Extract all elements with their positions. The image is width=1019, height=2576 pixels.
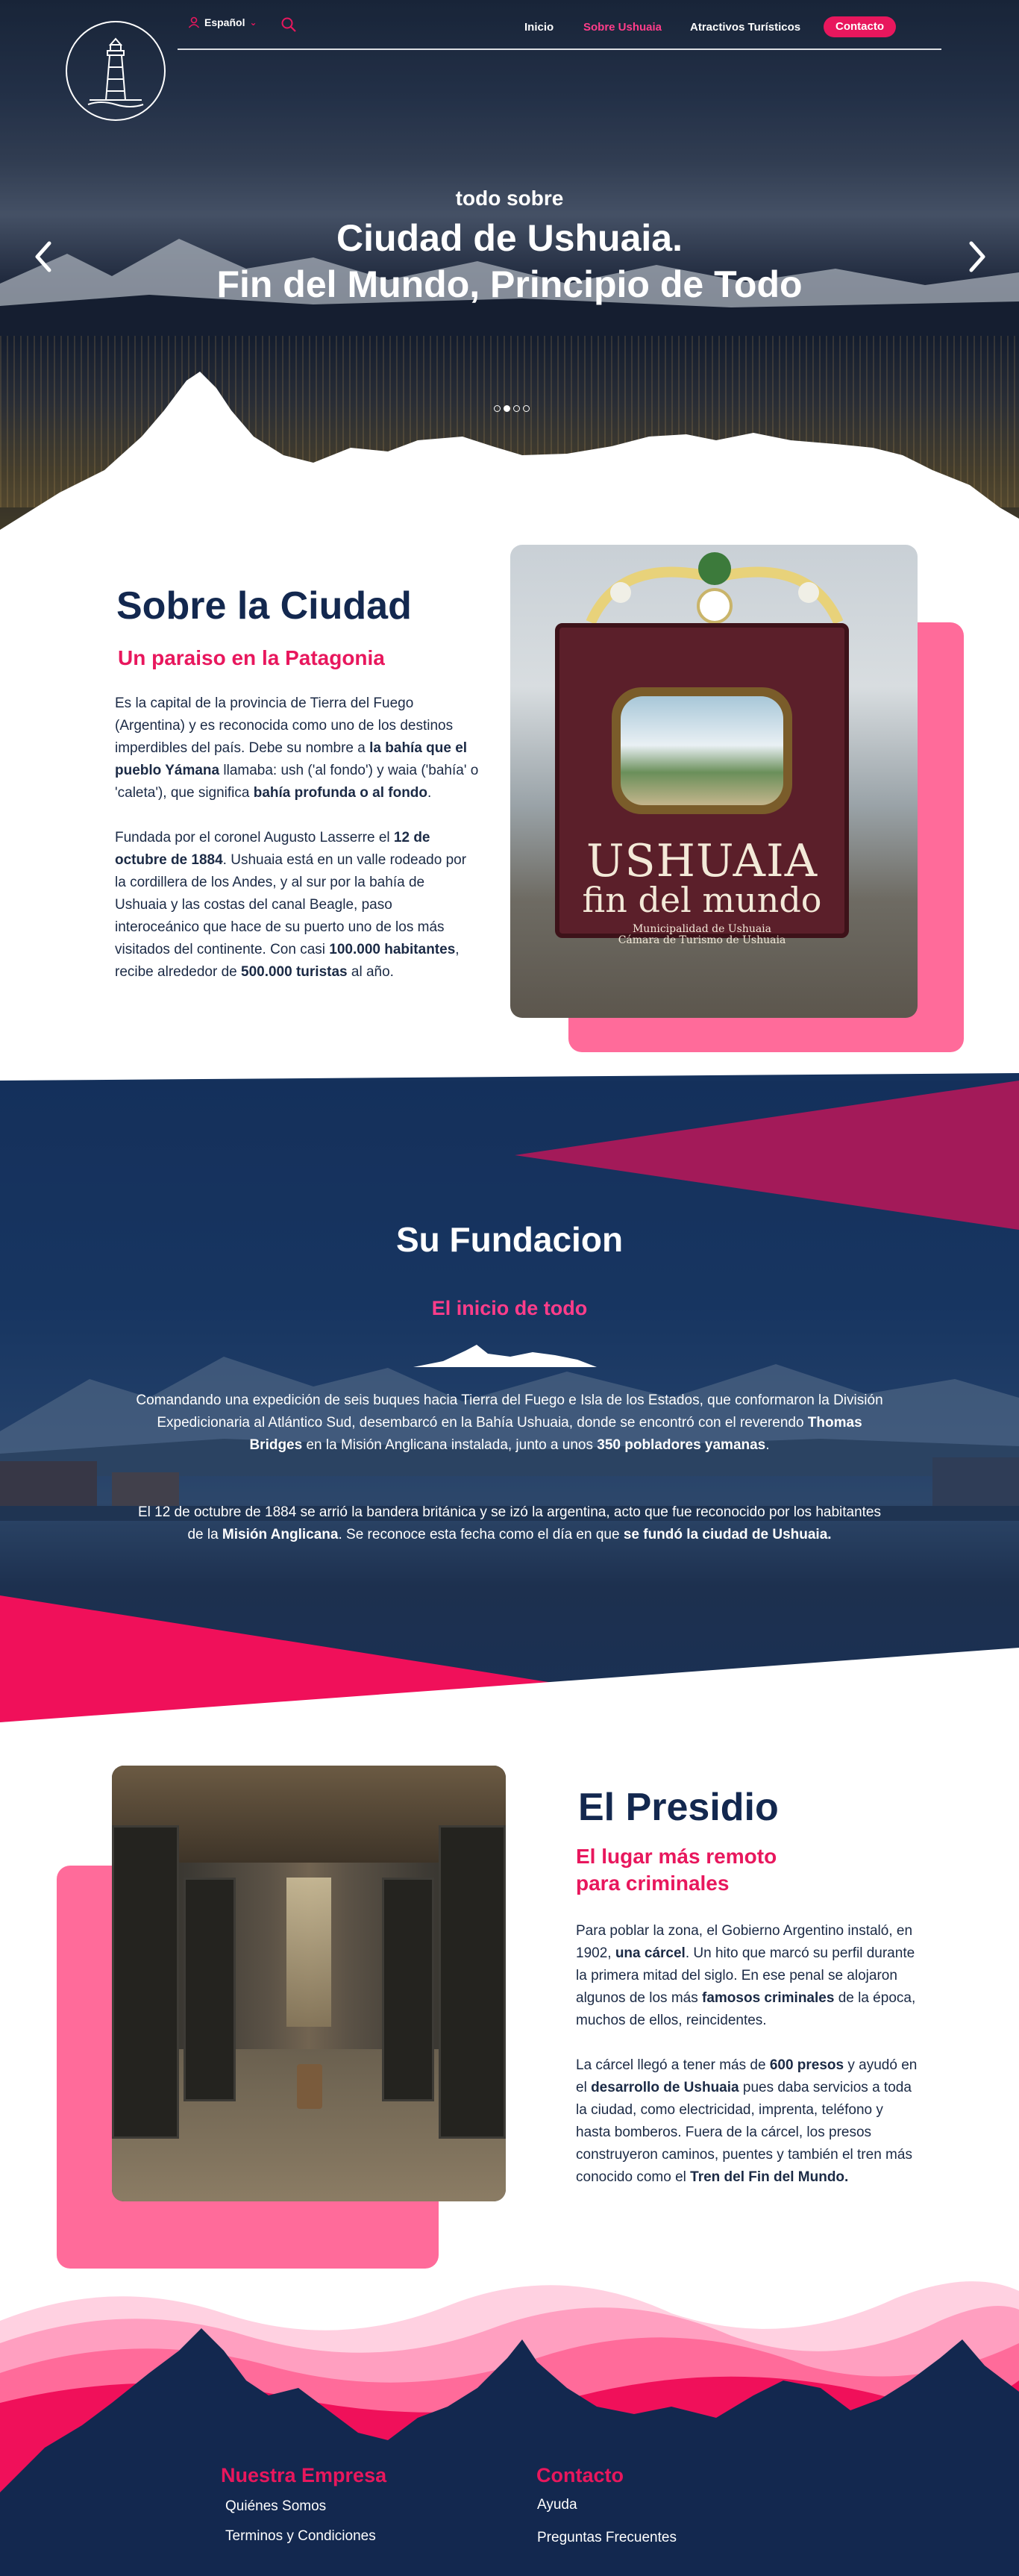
footer-title-empresa: Nuestra Empresa — [221, 2464, 387, 2486]
bold-text: una cárcel — [615, 1945, 686, 1961]
sobre-subtitle: Un paraiso en la Patagonia — [118, 646, 385, 669]
footer-link-preguntas-frecuentes[interactable]: Preguntas Frecuentes — [537, 2530, 677, 2546]
bold-text: 500.000 turistas — [241, 964, 348, 980]
arrow-left-icon[interactable] — [33, 240, 55, 273]
cell-door-right — [439, 1825, 506, 2139]
footer-title-contacto: Contacto — [536, 2464, 624, 2486]
footer: Nuestra Empresa Quiénes Somos Terminos y… — [0, 2269, 1019, 2576]
footer-link-terminos[interactable]: Terminos y Condiciones — [225, 2528, 376, 2545]
presidio-subtitle: El lugar más remoto para criminales — [576, 1843, 777, 1897]
fundacion-paragraph-1: Comandando una expedición de seis buques… — [133, 1389, 886, 1457]
hero-title-line1: Ciudad de Ushuaia. — [336, 217, 683, 259]
fundacion-title: Su Fundacion — [395, 1220, 624, 1259]
white-mountain-divider — [0, 372, 1019, 537]
presidio-subtitle-line1: El lugar más remoto — [576, 1845, 777, 1868]
bold-text: Tren del Fin del Mundo. — [690, 2169, 849, 2185]
arrow-right-icon[interactable] — [965, 240, 988, 273]
text-run: . Se reconoce esta fecha como el día en … — [338, 1527, 624, 1542]
sign-board: USHUAIA fin del mundo Municipalidad de U… — [555, 623, 849, 946]
text-run: al año. — [347, 964, 394, 980]
corridor-barrel — [297, 2064, 322, 2109]
nav-inicio[interactable]: Inicio — [524, 21, 554, 34]
presidio-paragraph-2: La cárcel llegó a tener más de 600 preso… — [576, 2054, 921, 2189]
sobre-title: Sobre la Ciudad — [116, 584, 412, 628]
sign-painting — [621, 696, 783, 805]
footer-mountains — [0, 2281, 1019, 2576]
sign-municipality: Municipalidad de Ushuaia Cámara de Turis… — [559, 924, 844, 946]
hero-title-line2: Fin del Mundo, Principio de Todo — [216, 263, 803, 305]
sign-frame — [612, 687, 792, 814]
pink-diagonal-bottom — [0, 1595, 1019, 1730]
presidio-paragraph-1: Para poblar la zona, el Gobierno Argenti… — [576, 1920, 921, 2032]
mountain-divider-icon — [413, 1345, 597, 1367]
nav-divider — [178, 49, 941, 50]
bold-text: 600 presos — [769, 2057, 844, 2073]
bold-text: bahía profunda o al fondo — [253, 785, 428, 801]
ushuaia-sign-photo: USHUAIA fin del mundo Municipalidad de U… — [510, 545, 918, 1018]
fundacion-subtitle: El inicio de todo — [431, 1297, 588, 1319]
presidio-title: El Presidio — [578, 1786, 779, 1829]
nav-sobre-ushuaia[interactable]: Sobre Ushuaia — [583, 21, 662, 34]
sobre-paragraph-1: Es la capital de la provincia de Tierra … — [115, 693, 480, 804]
fundacion-paragraph-2: El 12 de octubre de 1884 se arrió la ban… — [133, 1501, 886, 1546]
nav-atractivos-turisticos[interactable]: Atractivos Turísticos — [690, 21, 800, 34]
sign-subtitle: fin del mundo — [582, 880, 822, 920]
hero-slider: Español ⌄ Inicio Sobre Ushuaia Atractivo… — [0, 0, 1019, 537]
text-run: Fundada por el coronel Augusto Lasserre … — [115, 830, 394, 845]
cell-door-left-2 — [184, 1878, 236, 2101]
bold-text: 350 pobladores yamanas — [597, 1437, 766, 1453]
presidio-text: Para poblar la zona, el Gobierno Argenti… — [576, 1920, 921, 2189]
bold-text: desarrollo de Ushuaia — [591, 2080, 739, 2095]
sobre-text: Es la capital de la provincia de Tierra … — [115, 693, 480, 984]
bold-text: se fundó la ciudad de Ushuaia. — [623, 1527, 832, 1542]
cell-door-left — [112, 1825, 179, 2139]
sobre-paragraph-2: Fundada por el coronel Augusto Lasserre … — [115, 827, 480, 984]
presidio-subtitle-line2: para criminales — [576, 1872, 730, 1895]
footer-link-ayuda[interactable]: Ayuda — [537, 2497, 577, 2513]
sign-municipality-line1: Municipalidad de Ushuaia — [632, 923, 772, 935]
main-nav: Inicio Sobre Ushuaia Atractivos Turístic… — [0, 16, 1019, 37]
nav-contacto-button[interactable]: Contacto — [824, 16, 896, 37]
cell-door-right-2 — [382, 1878, 434, 2101]
bold-text: 100.000 habitantes — [329, 942, 456, 957]
presidio-corridor-photo — [112, 1766, 506, 2201]
fundacion-section: Su Fundacion El inicio de todo Comandand… — [0, 1081, 1019, 1730]
bold-text: famosos criminales — [702, 1990, 835, 2006]
corridor-end-light — [286, 1878, 331, 2027]
footer-link-quienes-somos[interactable]: Quiénes Somos — [225, 2498, 326, 2515]
hero-title: Ciudad de Ushuaia. Fin del Mundo, Princi… — [0, 215, 1019, 307]
sign-municipality-line2: Cámara de Turismo de Ushuaia — [618, 934, 786, 946]
text-run: La cárcel llegó a tener más de — [576, 2057, 770, 2073]
hero-kicker: todo sobre — [455, 187, 564, 210]
text-run: . — [765, 1437, 770, 1453]
sign-ornament — [586, 552, 844, 625]
text-run: en la Misión Anglicana instalada, junto … — [302, 1437, 598, 1453]
text-run: Comandando una expedición de seis buques… — [136, 1392, 883, 1431]
bold-text: Misión Anglicana — [222, 1527, 339, 1542]
text-run: . — [427, 785, 432, 801]
